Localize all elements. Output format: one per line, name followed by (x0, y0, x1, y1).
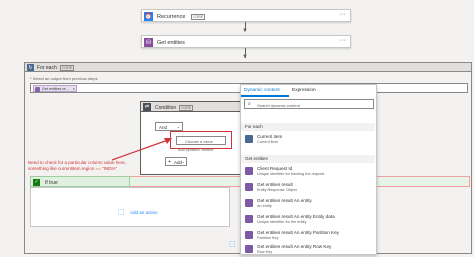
tab-dynamic-content[interactable]: Dynamic content (241, 85, 289, 97)
search-input[interactable]: ⌕ Search dynamic content (244, 99, 374, 109)
table-storage-icon (245, 231, 253, 239)
loop-icon (245, 135, 253, 143)
section-get-entities: Get entities (241, 155, 375, 163)
dc-item-sub: Entity Response Object (257, 188, 297, 192)
dynamic-content-panel: Dynamic content Expression ⌕ Search dyna… (240, 84, 377, 255)
tab-expression-label: Expression (292, 88, 316, 93)
dc-item-title: Get entities result An entity Row Key (257, 244, 332, 249)
dc-item-title: Get entities result An entity Entity dat… (257, 214, 335, 219)
dc-item[interactable]: Get entities result An entity Partition … (241, 229, 375, 243)
dc-item-sub: Row Key (257, 250, 273, 254)
dc-item-sub: Unique identifier for the entity (257, 220, 307, 224)
add-action-link[interactable]: Add an action (130, 210, 158, 215)
tab-dynamic-label: Dynamic content (244, 88, 280, 93)
dc-item-title: Get entities result (257, 182, 293, 187)
table-storage-icon (245, 199, 253, 207)
if-true-header[interactable]: ✓ If true (30, 176, 130, 187)
dc-item-sub: Partition Key (257, 236, 279, 240)
dc-item-title: Client Request Id (257, 166, 293, 171)
tab-expression[interactable]: Expression (289, 85, 329, 97)
if-true-body (30, 187, 230, 227)
dc-item[interactable]: Get entities result An entity Row Key Ro… (241, 243, 375, 254)
dc-item-current-item[interactable]: Current item Current item (241, 133, 375, 147)
check-icon: ✓ (33, 178, 40, 186)
dc-item-sub: Current item (257, 140, 278, 144)
dc-item-title: Get entities result An entity Partition … (257, 230, 339, 235)
dc-item-sub: An entity (257, 204, 272, 208)
dc-item[interactable]: Client Request Id Unique identifier for … (241, 165, 375, 179)
table-storage-icon (245, 215, 253, 223)
dc-item-title: Current item (257, 134, 283, 139)
table-storage-icon (245, 245, 253, 253)
section-for-each: For each (241, 123, 375, 131)
dc-item[interactable]: Get entities result An entity Entity dat… (241, 213, 375, 227)
search-icon: ⌕ (248, 101, 251, 107)
dc-item[interactable]: Get entities result An entity An entity (241, 197, 375, 211)
dc-item[interactable]: Get entities result Entity Response Obje… (241, 181, 375, 195)
search-placeholder: Search dynamic content (257, 102, 300, 108)
add-step-icon[interactable]: ⬚ (229, 240, 236, 248)
dc-item-title: Get entities result An entity (257, 198, 312, 203)
add-action-icon[interactable]: ⬚ (118, 208, 127, 217)
if-true-label: If true (45, 180, 58, 186)
table-storage-icon (245, 183, 253, 191)
table-storage-icon (245, 167, 253, 175)
dc-item-sub: Unique identifier for tracking the reque… (257, 172, 325, 176)
